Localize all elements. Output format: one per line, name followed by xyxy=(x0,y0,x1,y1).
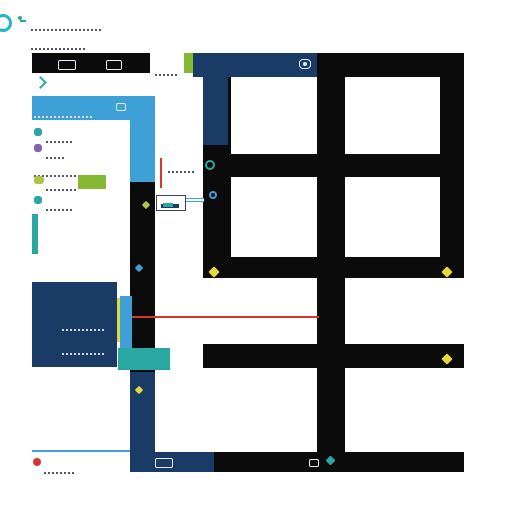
compass-icon[interactable] xyxy=(299,59,311,69)
list-item-4-bar xyxy=(78,175,106,189)
list-item-3[interactable] xyxy=(34,164,90,177)
left-panel-header-icon[interactable] xyxy=(116,103,126,111)
toolbar-label-text xyxy=(155,74,179,76)
list-item-2-label xyxy=(46,157,64,159)
toolbar-button-2[interactable] xyxy=(106,60,122,70)
map-corridor-navy xyxy=(203,77,228,145)
left-panel-teal-strip xyxy=(32,214,38,254)
image-icon[interactable] xyxy=(309,459,319,467)
top-subtitle-text xyxy=(31,48,87,50)
purple-dot-icon xyxy=(34,144,42,152)
list-item-2[interactable] xyxy=(46,146,64,159)
top-title-text xyxy=(31,29,103,31)
route-red-vertical xyxy=(160,158,162,188)
green-dot-icon xyxy=(34,176,44,184)
left-bottom-divider xyxy=(32,450,130,452)
sensor-panel-label xyxy=(168,160,196,173)
bottom-red-icon xyxy=(33,458,41,466)
bottom-left-label-text xyxy=(44,472,74,474)
map-cell-2[interactable] xyxy=(345,77,440,154)
teal-dot-icon-2 xyxy=(34,196,42,204)
sensor-connector xyxy=(186,198,204,202)
toolbar-label xyxy=(155,63,179,76)
target-icon[interactable] xyxy=(205,160,215,170)
list-item-1[interactable] xyxy=(46,130,74,143)
map-target-icon-2[interactable] xyxy=(209,191,217,199)
chevron-right-icon[interactable] xyxy=(34,76,47,89)
map-cell-7[interactable] xyxy=(155,368,317,452)
left-panel-title xyxy=(34,105,92,118)
list-item-4[interactable] xyxy=(46,178,76,191)
top-title xyxy=(31,18,103,31)
sensor-panel-label-text xyxy=(168,171,196,173)
map-cell-6[interactable] xyxy=(345,278,464,344)
list-item-5-label xyxy=(46,209,74,211)
left-lower-panel-label xyxy=(62,318,106,355)
toolbar-green-indicator xyxy=(184,53,193,73)
user-key-icon[interactable] xyxy=(18,16,26,24)
map-cell-3[interactable] xyxy=(231,177,317,257)
list-item-1-label xyxy=(46,141,74,143)
connector-teal xyxy=(118,348,170,370)
main-header-strip-right xyxy=(317,53,464,77)
map-cell-1[interactable] xyxy=(231,77,317,154)
route-red-horizontal xyxy=(130,316,317,318)
map-cell-5[interactable] xyxy=(155,278,317,344)
route-red-vertical-2 xyxy=(317,316,319,318)
list-item-5[interactable] xyxy=(46,198,74,211)
toolbar-button-1[interactable] xyxy=(58,60,76,70)
left-lower-panel-label-2 xyxy=(62,353,106,355)
sensor-device[interactable] xyxy=(156,195,186,211)
teal-dot-icon xyxy=(34,128,42,136)
connector-blue xyxy=(120,296,132,348)
bottom-button[interactable] xyxy=(155,458,173,468)
map-cell-8[interactable] xyxy=(345,368,464,452)
left-lower-panel-label-1 xyxy=(62,329,106,331)
header-toolbar xyxy=(32,53,150,73)
list-item-4-label xyxy=(46,189,76,191)
left-panel-blue-strip xyxy=(130,120,155,182)
top-subtitle xyxy=(31,37,87,50)
bottom-left-label xyxy=(44,461,74,474)
left-panel-title-text xyxy=(34,116,92,118)
map-cell-4[interactable] xyxy=(345,177,440,257)
app-root xyxy=(0,0,512,512)
